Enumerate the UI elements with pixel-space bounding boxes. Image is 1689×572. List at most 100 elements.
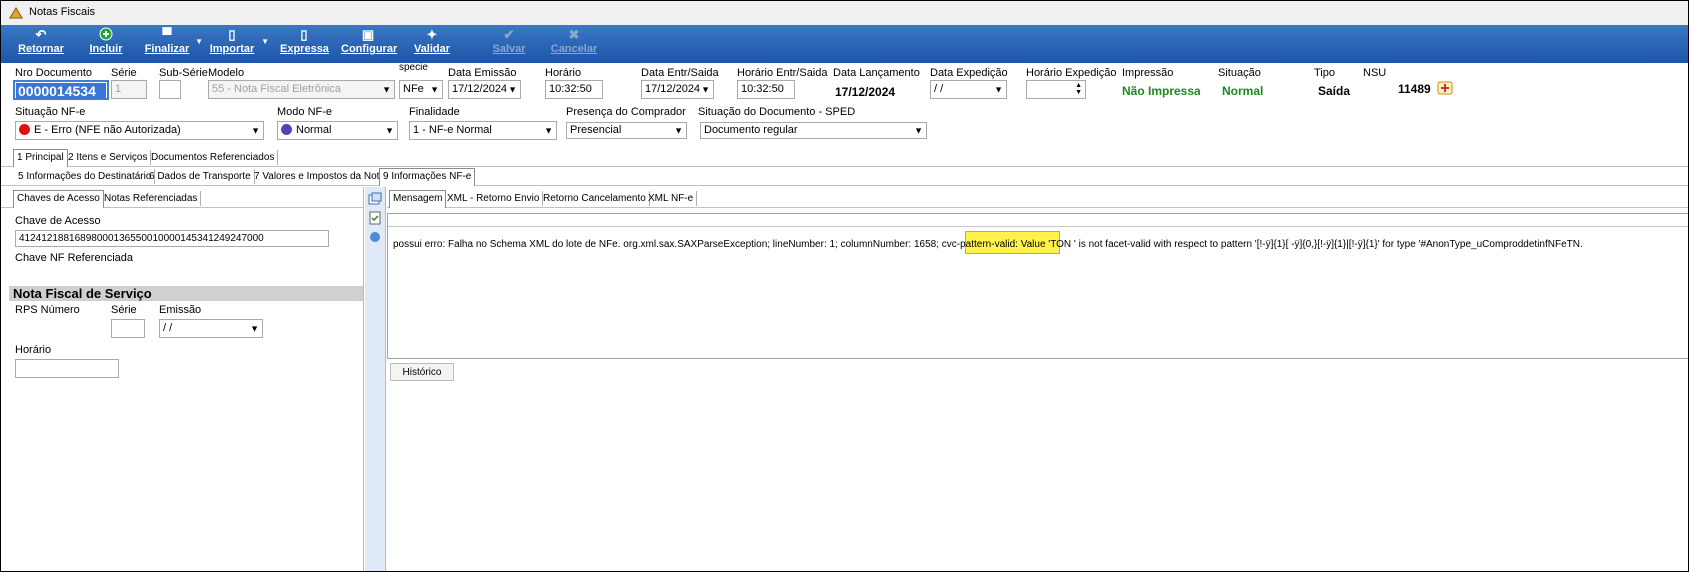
- especie-select[interactable]: NFe ▼: [399, 80, 443, 99]
- nsu-value: 11489: [1398, 82, 1431, 96]
- situacao-value: Normal: [1222, 84, 1264, 98]
- chevron-down-icon: ▼: [430, 84, 439, 94]
- data-emissao-input[interactable]: 17/12/2024 ▼: [448, 80, 521, 99]
- chevron-down-icon: ▼: [508, 84, 517, 94]
- horario-expedicao-input[interactable]: ▲ ▼: [1026, 80, 1086, 99]
- rps-horario-input[interactable]: [15, 359, 119, 378]
- chevron-down-icon[interactable]: ▼: [261, 37, 269, 46]
- notas-fiscais-window: Notas Fiscais ↶ Retornar Incluir ▀ Final…: [0, 0, 1689, 572]
- data-expedicao-input[interactable]: / / ▼: [930, 80, 1007, 99]
- chevron-down-icon: ▼: [382, 84, 391, 94]
- chevron-down-icon: ▼: [251, 125, 260, 135]
- tab-principal[interactable]: 1 Principal: [13, 149, 68, 167]
- horario-entr-saida-label: Horário Entr/Saida: [737, 67, 828, 79]
- tab-transporte[interactable]: 6 Dados de Transporte: [146, 169, 255, 184]
- tab-valores-impostos[interactable]: 7 Valores e Impostos da Nota: [251, 169, 389, 184]
- impressao-label: Impressão: [1122, 67, 1174, 79]
- modelo-select[interactable]: 55 - Nota Fiscal Eletrônica ▼: [208, 80, 395, 99]
- copy-icon[interactable]: [368, 192, 382, 206]
- finalidade-label: Finalidade: [409, 106, 460, 118]
- data-entr-saida-label: Data Entr/Saida: [641, 67, 719, 79]
- info-dot-icon[interactable]: [369, 231, 381, 243]
- chave-acesso-label: Chave de Acesso: [15, 215, 101, 227]
- incluir-button[interactable]: Incluir: [87, 27, 125, 61]
- side-icon-strip: [365, 187, 386, 571]
- rps-horario-label: Horário: [15, 344, 52, 356]
- toolbar: ↶ Retornar Incluir ▀ Finalizar ▼ ▯ Impor…: [1, 25, 1688, 63]
- configurar-button[interactable]: ▣ Configurar: [341, 27, 397, 61]
- rps-numero-label: RPS Número: [15, 304, 80, 316]
- sub-serie-input[interactable]: [159, 80, 181, 99]
- app-icon: [9, 7, 23, 19]
- check-icon: ✦: [426, 27, 438, 42]
- tab-xml-nfe[interactable]: XML NF-e: [645, 191, 698, 206]
- situacao-label: Situação: [1218, 67, 1261, 79]
- validar-button[interactable]: ✦ Validar: [412, 27, 452, 61]
- checklist-icon[interactable]: [368, 211, 382, 225]
- tab-mensagem[interactable]: Mensagem: [389, 190, 447, 208]
- chevron-down-icon[interactable]: ▼: [195, 37, 203, 46]
- tab-informacoes-nfe[interactable]: 9 Informações NF-e: [379, 168, 476, 186]
- page-icon: ▯: [300, 27, 308, 42]
- finalidade-select[interactable]: 1 - NF-e Normal ▼: [409, 121, 557, 140]
- data-lancamento-label: Data Lançamento: [833, 67, 920, 79]
- chave-acesso-input[interactable]: 4124121881689800013655001000014534124924…: [15, 230, 329, 247]
- left-tabs: Chaves de Acesso Notas Referenciadas: [1, 189, 363, 208]
- serie-input[interactable]: 1: [111, 80, 147, 99]
- printer-icon: ▀: [162, 27, 172, 42]
- serie-label: Série: [111, 67, 137, 79]
- main-tabs: 1 Principal 2 Itens e Serviços Documento…: [1, 148, 1688, 167]
- horario-entr-saida-input[interactable]: 10:32:50: [737, 80, 795, 99]
- tipo-value: Saída: [1318, 84, 1351, 98]
- historico-button[interactable]: Histórico: [390, 363, 454, 381]
- rps-emissao-input[interactable]: / / ▼: [159, 319, 263, 338]
- situacao-nfe-label: Situação NF-e: [15, 106, 86, 118]
- horario-input[interactable]: 10:32:50: [545, 80, 603, 99]
- importar-button[interactable]: ▯ Importar ▼: [207, 27, 269, 61]
- nsu-badge-icon[interactable]: [1437, 81, 1453, 95]
- rps-serie-label: Série: [111, 304, 137, 316]
- rps-serie-input[interactable]: [111, 319, 145, 338]
- error-message-text: possui erro: Falha no Schema XML do lote…: [393, 239, 1583, 250]
- expressa-button[interactable]: ▯ Expressa: [280, 27, 329, 61]
- rps-emissao-label: Emissão: [159, 304, 202, 316]
- message-panel-header: [388, 214, 1688, 227]
- document-icon: ▯: [228, 27, 236, 42]
- check-icon: ✔: [503, 27, 515, 42]
- modo-nfe-select[interactable]: Normal ▼: [277, 121, 398, 140]
- window-title: Notas Fiscais: [29, 6, 96, 18]
- data-emissao-label: Data Emissão: [448, 67, 517, 79]
- data-expedicao-label: Data Expedição: [930, 67, 1008, 79]
- especie-label: specie: [399, 62, 428, 73]
- config-icon: ▣: [361, 27, 375, 42]
- tab-notas-referenciadas[interactable]: Notas Referenciadas: [101, 191, 202, 206]
- chevron-down-icon: ▼: [385, 125, 394, 135]
- tab-itens-servicos[interactable]: 2 Itens e Serviços: [65, 150, 152, 165]
- situacao-nfe-select[interactable]: E - Erro (NFE não Autorizada) ▼: [15, 121, 264, 140]
- chevron-down-icon: ▼: [250, 323, 259, 333]
- impressao-value: Não Impressa: [1122, 84, 1200, 98]
- presenca-select[interactable]: Presencial ▼: [566, 122, 687, 139]
- retornar-button[interactable]: ↶ Retornar: [15, 27, 67, 61]
- nro-documento-input[interactable]: 0000014534: [13, 80, 109, 100]
- data-entr-saida-input[interactable]: 17/12/2024 ▼: [641, 80, 714, 99]
- spin-icon: ▲ ▼: [1075, 82, 1082, 96]
- chevron-down-icon: ▼: [544, 125, 553, 135]
- plus-icon: [87, 27, 125, 43]
- tab-retorno-cancelamento[interactable]: Retorno Cancelamento: [540, 191, 650, 206]
- sub-serie-label: Sub-Série: [159, 67, 208, 79]
- tab-chaves-acesso[interactable]: Chaves de Acesso: [13, 190, 104, 208]
- cancelar-button[interactable]: ✖ Cancelar: [549, 27, 599, 61]
- undo-icon: ↶: [35, 27, 47, 42]
- chevron-down-icon: ▼: [674, 125, 683, 135]
- salvar-button[interactable]: ✔ Salvar: [489, 27, 529, 61]
- finalizar-button[interactable]: ▀ Finalizar ▼: [143, 27, 203, 61]
- tab-documentos-referenciados[interactable]: Documentos Referenciados: [148, 150, 279, 165]
- situacao-sped-select[interactable]: Documento regular ▼: [700, 122, 927, 139]
- sub-tabs: 5 Informações do Destinatário 6 Dados de…: [1, 167, 1688, 186]
- chevron-down-icon: ▼: [914, 125, 923, 135]
- tab-xml-retorno-envio[interactable]: XML - Retorno Envio: [444, 191, 544, 206]
- situacao-sped-label: Situação do Documento - SPED: [698, 106, 856, 118]
- horario-expedicao-label: Horário Expedição: [1026, 67, 1117, 79]
- tab-destinatario[interactable]: 5 Informações do Destinatário: [15, 169, 156, 184]
